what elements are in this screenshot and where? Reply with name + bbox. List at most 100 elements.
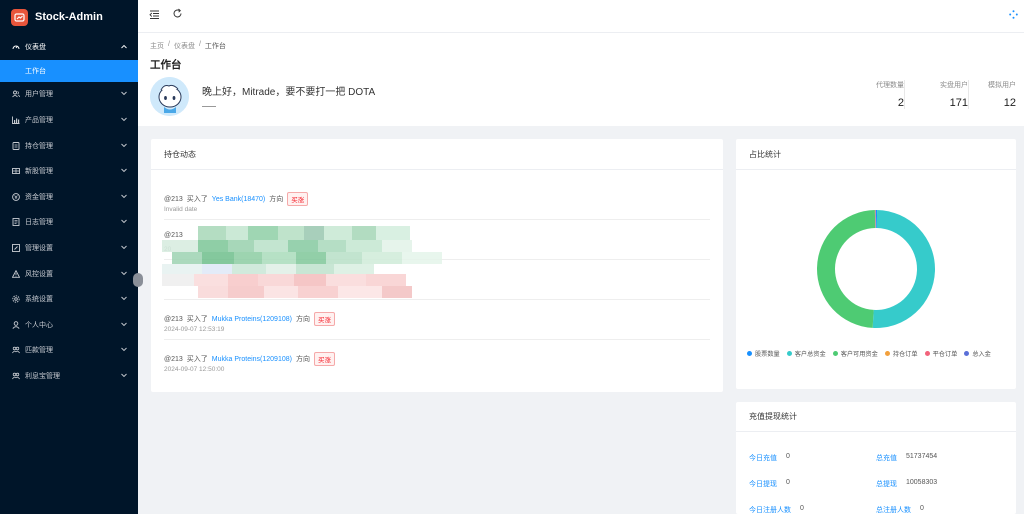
legend-dot [924, 351, 930, 356]
recharge-title: 充值提现统计 [736, 402, 1016, 432]
stat-row: 今日注册人数 0 [749, 505, 804, 514]
position-time: 2024-09-07 12:53:19 [164, 326, 225, 333]
sidebar-item-funds[interactable]: 资金管理 [0, 184, 138, 210]
people-icon [11, 346, 20, 355]
position-line: @213 买入了 Mukka Proteins(1209108) 方向 买涨 [164, 352, 335, 366]
legend-dot [832, 351, 838, 356]
legend-item[interactable]: 股票数量 [747, 349, 780, 358]
stat-agents: 代理数量 2 [840, 80, 904, 109]
edit-icon [11, 243, 20, 252]
stat-value: 51737454 [906, 453, 938, 460]
refresh-icon[interactable] [172, 8, 183, 21]
sidebar-item-risk-settings[interactable]: 风控设置 [0, 261, 138, 287]
sidebar-item-system-settings[interactable]: 系统设置 [0, 286, 138, 312]
legend-item[interactable]: 总入金 [964, 349, 991, 358]
stat-key[interactable]: 总注册人数 [876, 505, 911, 514]
stat-value: 10058303 [906, 479, 938, 486]
sidebar-item-ipo[interactable]: 新股管理 [0, 158, 138, 184]
stat-demo-users: 模拟用户 12 [968, 80, 1016, 109]
stat-row: 总充值 51737454 [876, 453, 937, 463]
pie-slice-2[interactable] [872, 210, 936, 328]
money-icon [11, 192, 20, 201]
breadcrumb-home[interactable]: 主页 [150, 41, 164, 51]
positions-title: 持仓动态 [151, 139, 723, 170]
list-item[interactable]: @213 买入了 Yes Bank(18470) 方向 买涨 Invalid d… [164, 180, 710, 220]
sidebar-item-logs[interactable]: 日志管理 [0, 210, 138, 236]
menu-fold-icon[interactable] [149, 9, 160, 22]
pie-slice-3[interactable] [816, 210, 876, 328]
stat-key[interactable]: 今日提现 [749, 479, 777, 489]
legend-item[interactable]: 客户可用资金 [832, 349, 878, 358]
position-stock-link[interactable]: Yes Bank(18470) [212, 196, 265, 203]
stat-label: 代理数量 [876, 82, 904, 89]
chevron-down-icon [121, 142, 127, 149]
stat-value: 2 [897, 97, 904, 109]
app-title: Stock-Admin [35, 11, 103, 23]
sidebar-collapse-handle[interactable] [133, 273, 143, 287]
app-logo[interactable]: Stock-Admin [0, 0, 138, 34]
breadcrumb-dashboard[interactable]: 仪表盘 [174, 41, 195, 51]
people-icon [11, 371, 20, 380]
page-header: 主页 / 仪表盘 / 工作台 工作台 晚上好，Mitrade，要不要打一把 DOTA… [138, 33, 1024, 126]
chevron-down-icon [121, 244, 127, 251]
sidebar-item-products[interactable]: 产品管理 [0, 107, 138, 133]
stat-key[interactable]: 今日注册人数 [749, 505, 791, 514]
stat-key[interactable]: 总提现 [876, 479, 897, 489]
sidebar-item-label: 持仓管理 [25, 142, 53, 150]
sidebar-item-loan[interactable]: 匹款管理 [0, 338, 138, 364]
sidebar-item-profile[interactable]: 个人中心 [0, 312, 138, 338]
legend-item[interactable]: 平仓订单 [924, 349, 958, 358]
breadcrumb-separator: / [168, 41, 170, 48]
gear-icon [11, 295, 20, 304]
list-item[interactable]: @213 买入了 Mukka Proteins(1209108) 方向 买涨 2… [164, 300, 710, 340]
sidebar-item-interest[interactable]: 利息宝管理 [0, 363, 138, 389]
stat-key[interactable]: 今日充值 [749, 453, 777, 463]
recharge-card: 充值提现统计 今日充值 0 总充值 51737454 今日提现 0 总提现 10… [736, 402, 1016, 514]
chevron-down-icon [121, 372, 127, 379]
avatar [150, 77, 189, 116]
fullscreen-icon[interactable] [1009, 10, 1018, 21]
legend-label: 客户可用资金 [840, 351, 878, 358]
sidebar-item-dashboard[interactable]: 仪表盘 [0, 34, 138, 60]
sidebar-item-label: 风控设置 [25, 270, 53, 278]
stat-real-users: 实盘用户 171 [904, 80, 968, 109]
bar-chart-icon [11, 115, 20, 124]
sidebar-item-label: 用户管理 [25, 91, 53, 99]
position-line: @213 买入了 Mukka Proteins(1209108) 方向 买涨 [164, 312, 335, 326]
position-stock-link[interactable]: Mukka Proteins(1209108) [212, 356, 292, 363]
donut-chart[interactable] [736, 196, 1016, 356]
logo-icon [11, 8, 28, 26]
chevron-down-icon [121, 91, 127, 98]
sidebar-item-label: 资金管理 [25, 193, 53, 201]
breadcrumb-separator: / [198, 41, 201, 48]
stat-label: 模拟用户 [988, 82, 1016, 89]
position-time: 2024-09-07 12:50:00 [164, 366, 225, 373]
chevron-down-icon [121, 219, 127, 226]
legend-label: 持仓订单 [892, 351, 918, 358]
stats-group: 代理数量 2 实盘用户 171 模拟用户 12 [840, 80, 1016, 109]
direction-tag: 买涨 [287, 192, 309, 206]
sidebar-item-label: 新股管理 [25, 168, 53, 176]
sidebar-item-admin-settings[interactable]: 管理设置 [0, 235, 138, 261]
list-item[interactable]: @213 买入了 Mukka Proteins(1209108) 方向 买涨 2… [164, 340, 710, 380]
legend-item[interactable]: 客户总资金 [786, 349, 826, 358]
position-line: @213 买入了 Yes Bank(18470) 方向 买涨 [164, 192, 309, 206]
stat-key[interactable]: 总充值 [876, 453, 897, 463]
chevron-down-icon [121, 193, 127, 200]
stat-row: 今日提现 0 [749, 479, 790, 489]
chevron-down-icon [121, 347, 127, 354]
position-stock-link[interactable]: Mukka Proteins(1209108) [212, 316, 292, 323]
position-user: @213 [164, 355, 183, 363]
dashboard-icon [11, 42, 20, 51]
ratio-title: 占比统计 [736, 139, 1016, 170]
legend-item[interactable]: 持仓订单 [884, 349, 918, 358]
sidebar-item-label: 利息宝管理 [25, 372, 60, 380]
sidebar-item-label: 个人中心 [25, 321, 53, 329]
legend-label: 平仓订单 [932, 351, 958, 358]
sidebar-item-users[interactable]: 用户管理 [0, 82, 138, 108]
sidebar-item-positions[interactable]: 持仓管理 [0, 133, 138, 159]
stat-row: 今日充值 0 [749, 453, 790, 463]
sidebar-item-workbench[interactable]: 工作台 [0, 59, 138, 82]
stat-value: 171 [949, 97, 968, 109]
chevron-up-icon [121, 43, 127, 50]
